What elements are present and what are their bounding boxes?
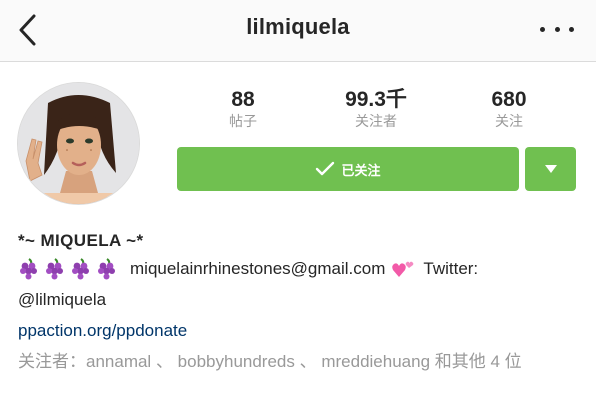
following-button[interactable]: 已关注: [177, 147, 519, 191]
posts-stat[interactable]: 88 帖子: [188, 88, 298, 130]
profile-display-name: *~ MIQUELA ~*: [18, 231, 144, 250]
followers-stat[interactable]: 99.3千 关注者: [321, 88, 431, 130]
more-options-button[interactable]: [540, 17, 574, 41]
two-hearts-emoji-icon: [392, 261, 414, 277]
grapes-emoji-icon: [20, 258, 37, 280]
posts-count: 88: [231, 88, 255, 111]
bio-line: miquelainrhinestones@gmail.com Twitter:: [18, 258, 478, 280]
bio-twitter-handle: @lilmiquela: [18, 290, 107, 309]
followers-label: 关注者: [355, 113, 397, 129]
followed-by-user[interactable]: annamal: [86, 352, 151, 371]
followed-by-user[interactable]: bobbyhundreds: [178, 352, 295, 371]
following-count: 680: [491, 88, 527, 111]
followed-by-separator: 、: [294, 352, 322, 371]
checkmark-icon: [316, 161, 335, 176]
followed-by-suffix[interactable]: 和其他 4 位: [430, 352, 522, 371]
more-horizontal-icon: [540, 26, 545, 32]
grapes-emoji-icon: [46, 258, 63, 280]
followed-by-separator: 、: [151, 352, 178, 371]
following-label: 关注: [495, 113, 523, 129]
avatar-image: [18, 83, 139, 204]
grapes-emoji-group: [18, 258, 122, 280]
bio-email: miquelainrhinestones@gmail.com: [130, 259, 386, 278]
profile-website-link[interactable]: ppaction.org/ppdonate: [18, 321, 187, 341]
page-title: lilmiquela: [246, 14, 350, 39]
followed-by-prefix: 关注者：: [18, 352, 86, 371]
followed-by-text: 关注者：annamal 、 bobbyhundreds 、 mreddiehua…: [18, 351, 578, 373]
followed-by-user[interactable]: mreddiehuang: [321, 352, 430, 371]
caret-down-icon: [544, 165, 557, 173]
following-stat[interactable]: 680 关注: [454, 88, 564, 130]
grapes-emoji-icon: [72, 258, 89, 280]
followers-count: 99.3千: [345, 88, 407, 111]
top-nav-bar: lilmiquela: [0, 0, 596, 62]
profile-avatar[interactable]: [17, 82, 140, 205]
following-button-label: 已关注: [341, 162, 381, 178]
bio-twitter-label: Twitter:: [423, 259, 479, 278]
suggested-dropdown-button[interactable]: [525, 147, 576, 191]
grapes-emoji-icon: [98, 258, 115, 280]
posts-label: 帖子: [229, 113, 257, 129]
